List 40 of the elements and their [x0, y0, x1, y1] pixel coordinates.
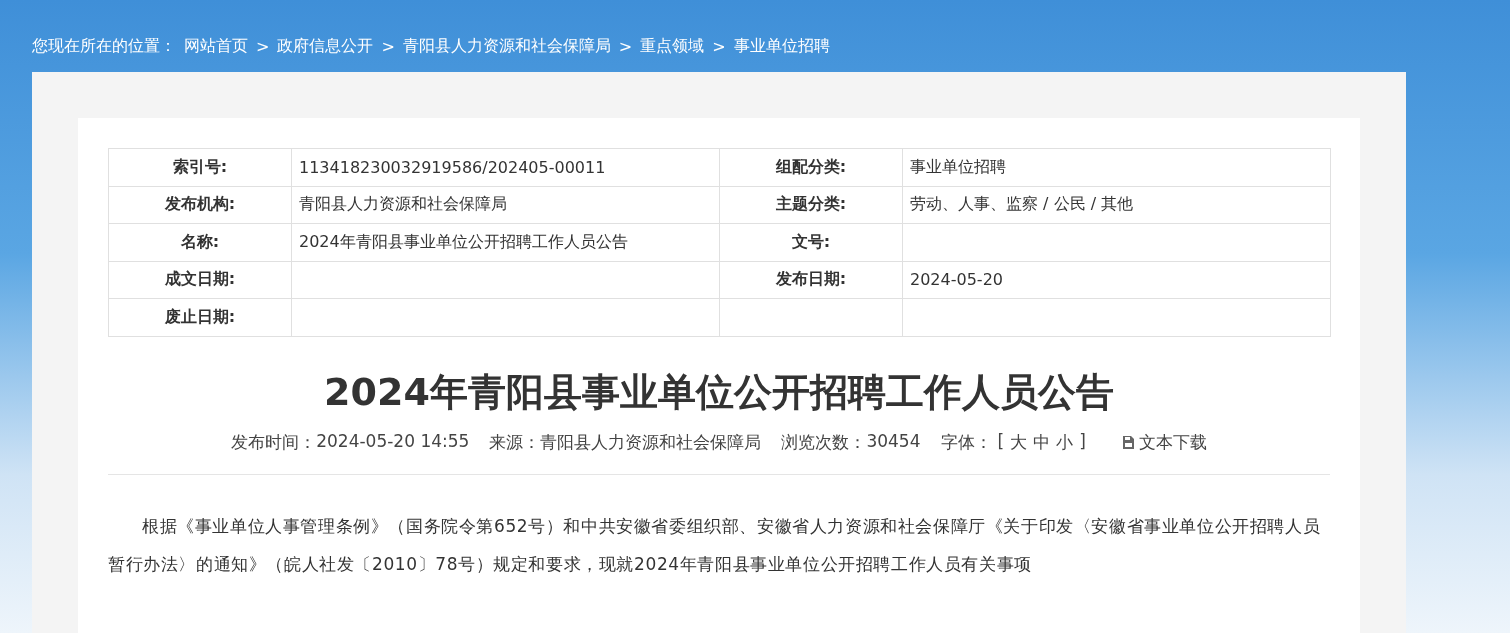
breadcrumb-link[interactable]: 重点领域 [640, 35, 705, 57]
breadcrumb-separator: > [618, 36, 633, 56]
field-value: 事业单位招聘 [902, 148, 1331, 186]
body-paragraph: 根据《事业单位人事管理条例》（国务院令第652号）和中共安徽省委组织部、安徽省人力资源和社会保障厅《关于印发〈安徽省事业单位公开招聘人员暂行办法〉的通知》（皖人社发〔2010〕78号）规定和要求，现就2024年青阳县事业单位公开招聘工作人员有关事项 [108, 514, 1322, 576]
breadcrumb-separator: > [256, 36, 270, 56]
meta-value: 30454 [866, 430, 921, 453]
download-link[interactable]: 文本下载 [1121, 430, 1207, 454]
field-label: 组配分类: [719, 148, 903, 186]
breadcrumb-separator: > [381, 36, 395, 56]
field-label: 废止日期: [108, 298, 292, 336]
meta-value: 2024-05-20 14:55 [316, 430, 470, 453]
font-size-link[interactable]: 中 [1033, 430, 1051, 454]
article-title: 2024年青阳县事业单位公开招聘工作人员公告 [323, 368, 1115, 416]
breadcrumb-link[interactable]: 网站首页 [184, 35, 248, 57]
field-value: 2024年青阳县事业单位公开招聘工作人员公告 [291, 223, 720, 261]
breadcrumb-link[interactable]: 事业单位招聘 [733, 35, 830, 57]
field-label: 成文日期: [108, 261, 292, 299]
meta-label: 字体： [940, 430, 992, 454]
field-label: 主题分类: [719, 186, 903, 224]
bracket: [ [997, 430, 1005, 453]
field-label: 发布机构: [108, 186, 292, 224]
font-size-link[interactable]: 大 [1010, 430, 1028, 454]
breadcrumb-link[interactable]: 青阳县人力资源和社会保障局 [402, 35, 611, 57]
breadcrumb-separator: > [712, 36, 726, 56]
location-label: 您现在所在的位置： [32, 35, 176, 57]
meta-label: 来源： [489, 430, 541, 454]
bracket: ] [1079, 430, 1086, 453]
meta-label: 浏览次数： [781, 430, 867, 454]
field-value: 青阳县人力资源和社会保障局 [291, 186, 720, 224]
meta-value: 青阳县人力资源和社会保障局 [540, 430, 762, 454]
field-label: 名称: [108, 223, 292, 261]
field-value: 劳动、人事、监察 / 公民 / 其他 [902, 186, 1331, 224]
field-label: 文号: [719, 223, 903, 261]
field-label: 发布日期: [719, 261, 903, 299]
field-label: 索引号: [108, 148, 292, 186]
font-size-link[interactable]: 小 [1056, 430, 1074, 454]
breadcrumb-link[interactable]: 政府信息公开 [277, 35, 374, 57]
meta-label: 发布时间： [231, 430, 317, 454]
field-value: 2024-05-20 [902, 261, 1331, 299]
field-value: 113418230032919586/202405-00011 [291, 148, 720, 186]
